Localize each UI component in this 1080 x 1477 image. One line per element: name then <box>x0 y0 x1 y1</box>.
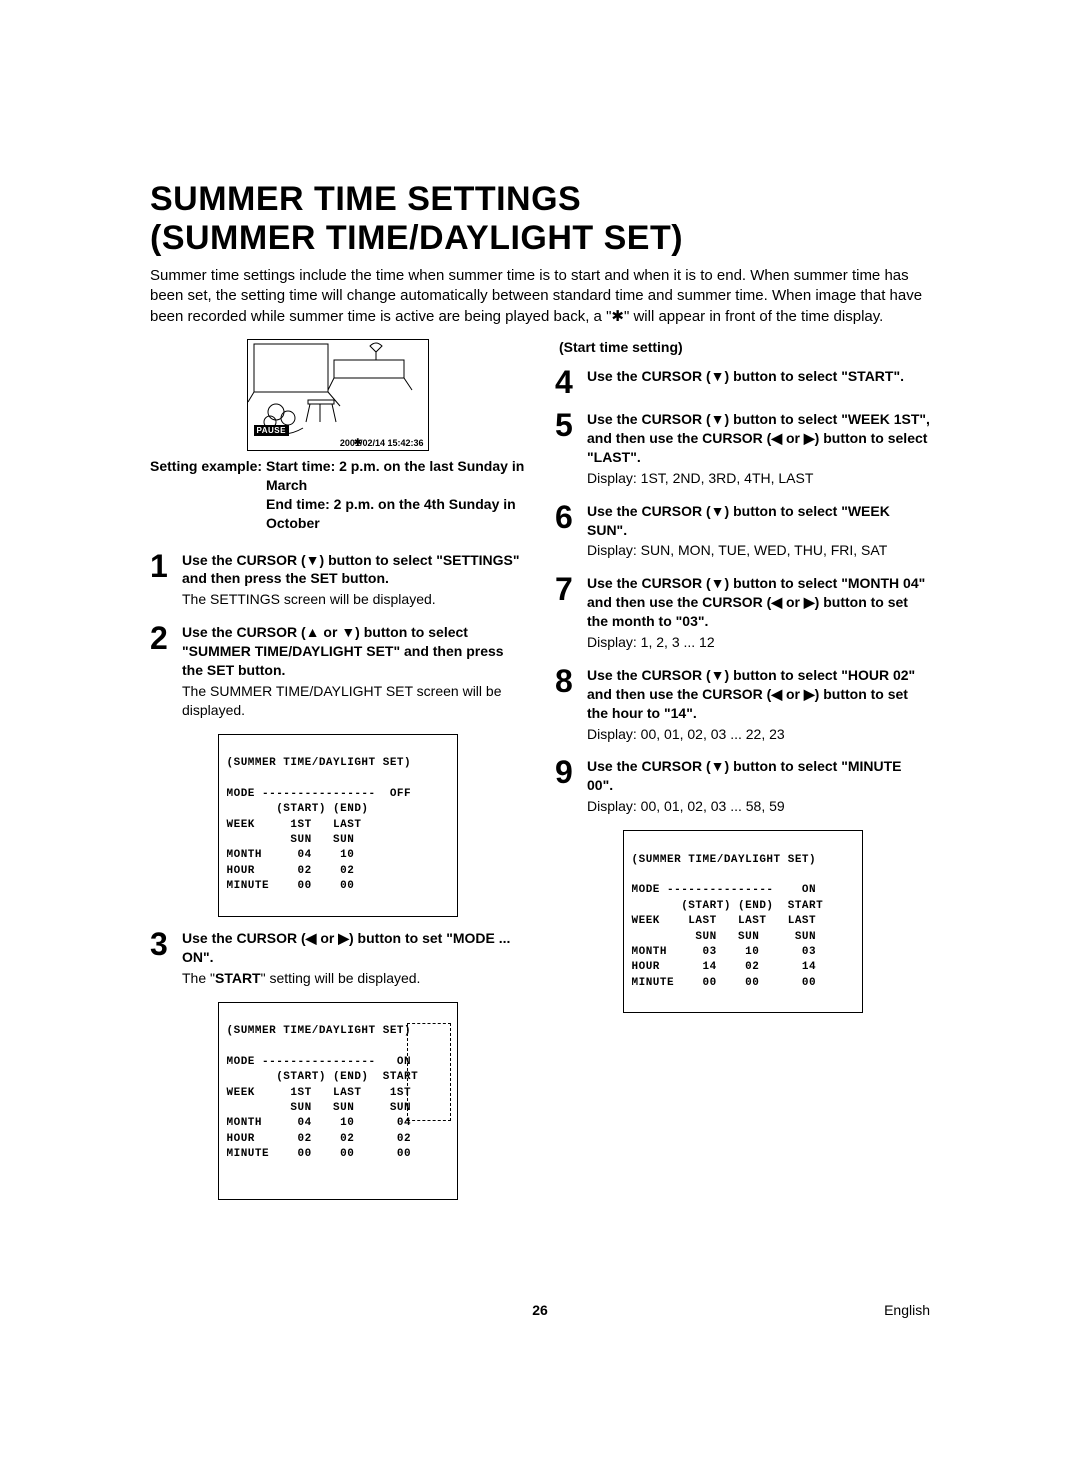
step-instruction: Use the CURSOR (◀ or ▶) button to set "M… <box>182 930 510 965</box>
step-body: Use the CURSOR (▼) button to select "WEE… <box>587 502 930 561</box>
step-1: 1 Use the CURSOR (▼) button to select "S… <box>150 551 525 610</box>
step-number: 8 <box>555 666 583 695</box>
osd-row: HOUR 02 02 02 <box>227 1133 412 1145</box>
step-body: Use the CURSOR (▲ or ▼) button to select… <box>182 623 525 719</box>
osd-row: MODE ---------------- OFF <box>227 788 412 800</box>
right-column: (Start time setting) 4 Use the CURSOR (▼… <box>555 339 930 1212</box>
osd-screen-off: (SUMMER TIME/DAYLIGHT SET) MODE --------… <box>218 734 458 917</box>
step-number: 5 <box>555 410 583 439</box>
step-body: Use the CURSOR (▼) button to select "MON… <box>587 574 930 652</box>
osd-row: MONTH 04 10 <box>227 849 355 861</box>
example-line-2: End time: 2 p.m. on the 4th Sunday in Oc… <box>266 495 525 533</box>
step-body: Use the CURSOR (◀ or ▶) button to set "M… <box>182 929 525 988</box>
step-number: 4 <box>555 367 583 396</box>
step-instruction: Use the CURSOR (▼) button to select "WEE… <box>587 503 890 538</box>
step-6: 6 Use the CURSOR (▼) button to select "W… <box>555 502 930 561</box>
step-7: 7 Use the CURSOR (▼) button to select "M… <box>555 574 930 652</box>
step-sub-strong: START <box>215 970 261 986</box>
step-2: 2 Use the CURSOR (▲ or ▼) button to sele… <box>150 623 525 719</box>
step-body: Use the CURSOR (▼) button to select "SET… <box>182 551 525 610</box>
osd-row: (START) (END) START <box>227 1071 419 1083</box>
content-columns: PAUSE ✱ 2001/02/14 15:42:36 Setting exam… <box>150 339 930 1212</box>
left-column: PAUSE ✱ 2001/02/14 15:42:36 Setting exam… <box>150 339 525 1212</box>
step-sub: Display: SUN, MON, TUE, WED, THU, FRI, S… <box>587 541 930 560</box>
language-label: English <box>884 1302 930 1318</box>
step-instruction: Use the CURSOR (▼) button to select "WEE… <box>587 411 930 465</box>
step-sub: Display: 1ST, 2ND, 3RD, 4TH, LAST <box>587 469 930 488</box>
playback-illustration: PAUSE ✱ 2001/02/14 15:42:36 <box>247 339 429 451</box>
osd-title: (SUMMER TIME/DAYLIGHT SET) <box>632 854 817 866</box>
osd-row: MODE --------------- ON <box>632 884 817 896</box>
step-number: 6 <box>555 502 583 531</box>
step-instruction: Use the CURSOR (▼) button to select "MON… <box>587 575 925 629</box>
step-body: Use the CURSOR (▼) button to select "STA… <box>587 367 930 386</box>
osd-screen-result: (SUMMER TIME/DAYLIGHT SET) MODE --------… <box>623 830 863 1013</box>
playback-timestamp: 2001/02/14 15:42:36 <box>340 438 424 448</box>
step-5: 5 Use the CURSOR (▼) button to select "W… <box>555 410 930 488</box>
osd-row: MINUTE 00 00 <box>227 880 355 892</box>
step-sub: The "START" setting will be displayed. <box>182 969 525 988</box>
step-body: Use the CURSOR (▼) button to select "HOU… <box>587 666 930 744</box>
step-number: 2 <box>150 623 178 652</box>
step-sub: Display: 00, 01, 02, 03 ... 22, 23 <box>587 725 930 744</box>
step-9: 9 Use the CURSOR (▼) button to select "M… <box>555 757 930 816</box>
osd-row: MINUTE 00 00 00 <box>227 1148 412 1160</box>
intro-paragraph: Summer time settings include the time wh… <box>150 266 930 327</box>
step-instruction: Use the CURSOR (▲ or ▼) button to select… <box>182 624 504 678</box>
step-number: 9 <box>555 757 583 786</box>
step-number: 7 <box>555 574 583 603</box>
page-number: 26 <box>532 1302 548 1318</box>
title-line-1: SUMMER TIME SETTINGS <box>150 180 581 218</box>
step-sub: The SETTINGS screen will be displayed. <box>182 590 525 609</box>
step-instruction: Use the CURSOR (▼) button to select "HOU… <box>587 667 915 721</box>
step-instruction: Use the CURSOR (▼) button to select "MIN… <box>587 758 902 793</box>
osd-row: WEEK 1ST LAST <box>227 819 362 831</box>
osd-title: (SUMMER TIME/DAYLIGHT SET) <box>227 757 412 769</box>
step-sub: Display: 00, 01, 02, 03 ... 58, 59 <box>587 797 930 816</box>
step-body: Use the CURSOR (▼) button to select "WEE… <box>587 410 930 488</box>
example-line-1: Start time: 2 p.m. on the last Sunday in… <box>266 457 525 495</box>
osd-row: MODE ---------------- ON <box>227 1056 412 1068</box>
osd-row: HOUR 14 02 14 <box>632 961 817 973</box>
manual-page: SUMMER TIME SETTINGS (SUMMER TIME/DAYLIG… <box>0 0 1080 1378</box>
setting-example: Setting example: Start time: 2 p.m. on t… <box>150 457 525 533</box>
start-time-heading: (Start time setting) <box>559 339 930 355</box>
title-line-2: (SUMMER TIME/DAYLIGHT SET) <box>150 219 683 257</box>
osd-row: HOUR 02 02 <box>227 865 355 877</box>
step-body: Use the CURSOR (▼) button to select "MIN… <box>587 757 930 816</box>
osd-title: (SUMMER TIME/DAYLIGHT SET) <box>227 1025 412 1037</box>
osd-row: SUN SUN SUN <box>632 931 817 943</box>
osd-row: WEEK 1ST LAST 1ST <box>227 1087 412 1099</box>
step-instruction: Use the CURSOR (▼) button to select "SET… <box>182 552 519 587</box>
step-4: 4 Use the CURSOR (▼) button to select "S… <box>555 367 930 396</box>
osd-row: (START) (END) START <box>632 900 824 912</box>
page-title: SUMMER TIME SETTINGS (SUMMER TIME/DAYLIG… <box>150 180 930 258</box>
example-label: Setting example: <box>150 457 266 495</box>
osd-row: SUN SUN <box>227 834 355 846</box>
osd-row: MONTH 04 10 04 <box>227 1117 412 1129</box>
osd-row: MINUTE 00 00 00 <box>632 977 817 989</box>
step-8: 8 Use the CURSOR (▼) button to select "H… <box>555 666 930 744</box>
step-3: 3 Use the CURSOR (◀ or ▶) button to set … <box>150 929 525 988</box>
step-instruction: Use the CURSOR (▼) button to select "STA… <box>587 368 904 384</box>
pause-label: PAUSE <box>254 425 289 436</box>
page-footer: 26 English <box>150 1302 930 1318</box>
step-sub: Display: 1, 2, 3 ... 12 <box>587 633 930 652</box>
osd-row: WEEK LAST LAST LAST <box>632 915 817 927</box>
osd-screen-on-start: (SUMMER TIME/DAYLIGHT SET) MODE --------… <box>218 1002 458 1201</box>
step-number: 1 <box>150 551 178 580</box>
step-number: 3 <box>150 929 178 958</box>
osd-row: MONTH 03 10 03 <box>632 946 817 958</box>
osd-row: (START) (END) <box>227 803 369 815</box>
step-sub: The SUMMER TIME/DAYLIGHT SET screen will… <box>182 682 525 720</box>
osd-row: SUN SUN SUN <box>227 1102 412 1114</box>
